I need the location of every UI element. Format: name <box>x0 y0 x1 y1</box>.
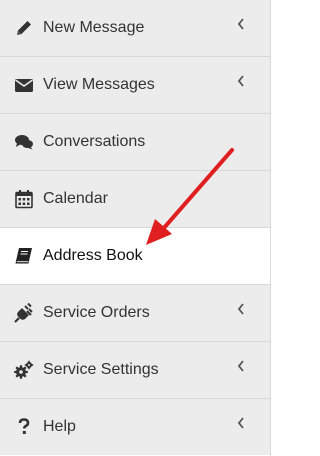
chevron-left-icon <box>236 17 246 31</box>
book-icon <box>14 246 34 266</box>
calendar-icon <box>14 189 34 209</box>
chevron-left-icon <box>236 302 246 316</box>
plug-icon <box>14 303 34 323</box>
menu-item-label: Service Orders <box>43 304 150 321</box>
chevron-left-icon <box>236 359 246 373</box>
gears-icon <box>14 360 34 380</box>
menu-item-service-orders[interactable]: Service Orders <box>0 285 270 341</box>
question-icon <box>14 417 34 437</box>
sidebar-menu: New Message View Messages Conversations … <box>0 0 271 456</box>
menu-item-new-message[interactable]: New Message <box>0 0 270 56</box>
menu-item-label: Address Book <box>43 247 143 264</box>
menu-item-label: View Messages <box>43 76 155 93</box>
menu-item-label: New Message <box>43 19 145 36</box>
menu-item-label: Conversations <box>43 133 146 150</box>
menu-item-address-book[interactable]: Address Book <box>0 228 270 284</box>
menu-item-label: Help <box>43 418 76 435</box>
pencil-icon <box>14 18 34 38</box>
menu-item-help[interactable]: Help <box>0 399 270 455</box>
chevron-left-icon <box>236 74 246 88</box>
menu-item-service-settings[interactable]: Service Settings <box>0 342 270 398</box>
menu-item-view-messages[interactable]: View Messages <box>0 57 270 113</box>
envelope-icon <box>14 75 34 95</box>
menu-item-label: Calendar <box>43 190 108 207</box>
comments-icon <box>14 132 34 152</box>
menu-item-calendar[interactable]: Calendar <box>0 171 270 227</box>
menu-item-conversations[interactable]: Conversations <box>0 114 270 170</box>
chevron-left-icon <box>236 416 246 430</box>
menu-item-label: Service Settings <box>43 361 159 378</box>
